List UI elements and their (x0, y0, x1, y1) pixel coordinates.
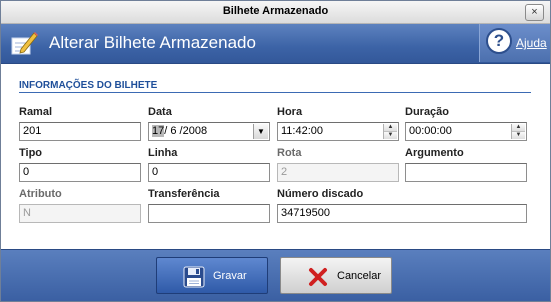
dialog-title: Alterar Bilhete Armazenado (49, 33, 256, 52)
numero-discado-field[interactable]: 34719500 (277, 204, 527, 223)
linha-field[interactable]: 0 (148, 163, 270, 182)
chevron-down-icon[interactable]: ▼ (253, 124, 268, 139)
rota-label: Rota (277, 147, 302, 159)
argumento-field[interactable] (405, 163, 527, 182)
duracao-field[interactable]: 00:00:00 ▲ ▼ (405, 122, 527, 141)
help-link[interactable]: Ajuda (516, 36, 547, 50)
dialog-header: Alterar Bilhete Armazenado ? Ajuda (1, 24, 550, 64)
title-bar[interactable]: Bilhete Armazenado × (1, 1, 550, 24)
section-divider (19, 92, 531, 93)
cancel-x-icon (309, 268, 327, 286)
save-label: Gravar (213, 270, 247, 282)
date-rest-segment[interactable]: / 6 /2008 (164, 125, 207, 137)
hora-label: Hora (277, 106, 303, 118)
cancel-label: Cancelar (337, 270, 382, 282)
duracao-label: Duração (405, 106, 450, 118)
duracao-value: 00:00:00 (409, 125, 452, 137)
transferencia-field[interactable] (148, 204, 270, 223)
hora-field[interactable]: 11:42:00 ▲ ▼ (277, 122, 399, 141)
cancel-button[interactable]: Cancelar (280, 257, 392, 294)
ramal-field[interactable]: 201 (19, 122, 141, 141)
hora-spinner[interactable]: ▲ ▼ (383, 124, 397, 139)
close-button[interactable]: × (525, 4, 544, 21)
duracao-spinner[interactable]: ▲ ▼ (511, 124, 525, 139)
help-icon[interactable]: ? (486, 28, 512, 54)
help-button[interactable]: ? Ajuda (479, 24, 550, 62)
rota-field: 2 (277, 163, 399, 182)
numero-discado-label: Número discado (277, 188, 364, 200)
transferencia-label: Transferência (148, 188, 220, 200)
spin-up-icon[interactable]: ▲ (384, 124, 397, 132)
hora-value: 11:42:00 (281, 125, 324, 137)
spin-up-icon[interactable]: ▲ (512, 124, 525, 132)
linha-label: Linha (148, 147, 178, 159)
window-title: Bilhete Armazenado (222, 5, 329, 17)
section-title: INFORMAÇÕES DO BILHETE (19, 80, 158, 91)
button-bar: Gravar Cancelar (1, 249, 550, 301)
tipo-field[interactable]: 0 (19, 163, 141, 182)
tipo-label: Tipo (19, 147, 43, 159)
ramal-label: Ramal (19, 106, 53, 118)
floppy-disk-icon (183, 266, 205, 288)
save-button[interactable]: Gravar (156, 257, 268, 294)
argumento-label: Argumento (405, 147, 464, 159)
atributo-field: N (19, 204, 141, 223)
spin-down-icon[interactable]: ▼ (512, 132, 525, 139)
edit-pencil-icon (11, 32, 38, 55)
date-picker[interactable]: 17/ 6 /2008 ▼ (148, 122, 270, 141)
atributo-label: Atributo (19, 188, 62, 200)
data-label: Data (148, 106, 172, 118)
spin-down-icon[interactable]: ▼ (384, 132, 397, 139)
dialog-window: Bilhete Armazenado × Alterar Bilhete Arm… (0, 0, 551, 302)
date-day-segment[interactable]: 17 (152, 125, 165, 137)
